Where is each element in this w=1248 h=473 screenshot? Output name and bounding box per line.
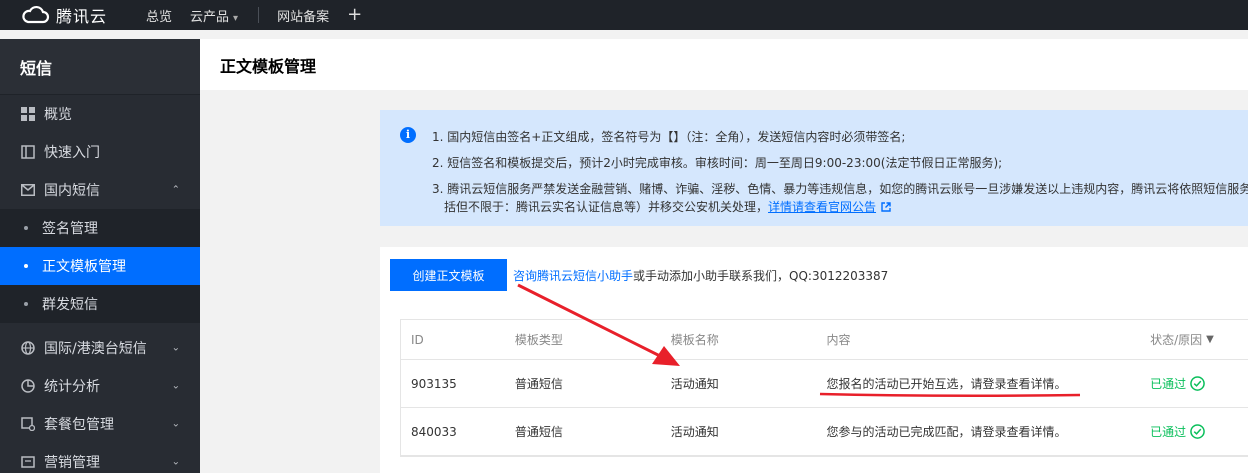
cell-status: 已通过 — [1140, 375, 1248, 392]
notice-banner: i 1. 国内短信由签名+正文组成，签名符号为【】（注：全角），发送短信内容时必… — [380, 110, 1248, 226]
mail-icon — [20, 182, 36, 198]
sidebar-item-international-sms[interactable]: 国际/港澳台短信 ⌄ — [0, 329, 200, 367]
cell-content: 您参与的活动已完成匹配，请登录查看详情。 — [826, 425, 1067, 439]
nav-overview[interactable]: 总览 — [146, 6, 172, 25]
chevron-down-icon: ⌄ — [171, 380, 180, 392]
sidebar-subitem-label: 签名管理 — [42, 221, 98, 237]
bullet-dot — [24, 226, 28, 230]
notice-line-3-text: 括但不限于：腾讯云实名认证信息等）并移交公安机关处理， — [444, 200, 769, 214]
sidebar-item-label: 国际/港澳台短信 — [44, 341, 147, 357]
globe-icon — [20, 340, 36, 356]
sidebar-item-overview[interactable]: 概览 — [0, 95, 200, 133]
package-icon — [20, 416, 36, 432]
helper-tip-text: 或手动添加小助手联系我们，QQ:3012203387 — [633, 269, 889, 283]
sidebar-item-label: 概览 — [44, 107, 72, 123]
page-title: 正文模板管理 — [220, 56, 317, 76]
sidebar-subitem-templates[interactable]: 正文模板管理 — [0, 247, 200, 285]
sidebar-title: 短信 — [0, 39, 200, 95]
sidebar-item-label: 快速入门 — [44, 145, 100, 161]
sidebar: 短信 概览 快速入门 国内短信 ⌃ 签名管理 正文模板管理 群发短信 国际/港澳… — [0, 39, 200, 473]
sidebar-subitem-label: 群发短信 — [42, 297, 98, 313]
chart-icon — [20, 378, 36, 394]
template-panel: 创建正文模板 咨询腾讯云短信小助手或手动添加小助手联系我们，QQ:3012203… — [380, 247, 1248, 473]
create-template-button[interactable]: 创建正文模板 — [390, 259, 507, 291]
column-header-type: 模板类型 — [514, 333, 563, 347]
sidebar-item-label: 国内短信 — [44, 183, 100, 199]
cloud-icon — [22, 5, 50, 24]
notice-line-1: 1. 国内短信由签名+正文组成，签名符号为【】（注：全角），发送短信内容时必须带… — [432, 130, 906, 144]
sidebar-item-packages[interactable]: 套餐包管理 ⌄ — [0, 405, 200, 443]
cell-name: 活动通知 — [670, 377, 719, 391]
check-circle-icon — [1190, 424, 1205, 439]
column-header-status-label: 状态/原因 — [1150, 333, 1203, 347]
nav-icp-filing[interactable]: 网站备案 — [277, 6, 329, 25]
sidebar-item-quickstart[interactable]: 快速入门 — [0, 133, 200, 171]
cell-type: 普通短信 — [514, 425, 563, 439]
chevron-up-icon: ⌃ — [171, 184, 180, 196]
column-header-name: 模板名称 — [670, 333, 719, 347]
sidebar-item-marketing[interactable]: 营销管理 ⌄ — [0, 443, 200, 473]
table-row[interactable]: 903135 普通短信 活动通知 您报名的活动已开始互选，请登录查看详情。 已通… — [401, 360, 1248, 408]
chevron-down-icon: ⌄ — [171, 418, 180, 430]
external-link-icon[interactable] — [881, 202, 891, 212]
cell-name: 活动通知 — [670, 425, 719, 439]
template-table: ID 模板类型 模板名称 内容 状态/原因 ▼ 903135 普通短信 活动通知… — [400, 319, 1248, 457]
check-circle-icon — [1190, 376, 1205, 391]
brand-logo[interactable]: 腾讯云 — [20, 3, 128, 27]
sidebar-item-statistics[interactable]: 统计分析 ⌄ — [0, 367, 200, 405]
cell-id: 903135 — [411, 376, 457, 391]
announcement-link[interactable]: 详情请查看官网公告 — [768, 200, 876, 214]
cell-content: 您报名的活动已开始互选，请登录查看详情。 — [826, 377, 1067, 391]
info-icon: i — [400, 127, 416, 143]
nav-products[interactable]: 云产品 — [190, 6, 238, 25]
cell-status: 已通过 — [1140, 423, 1248, 440]
bullet-dot — [24, 302, 28, 306]
status-approved: 已通过 — [1150, 425, 1187, 439]
filter-icon[interactable]: ▼ — [1206, 334, 1214, 345]
marketing-icon — [20, 454, 36, 470]
table-header: ID 模板类型 模板名称 内容 状态/原因 ▼ — [401, 320, 1248, 360]
notice-line-2: 2. 短信签名和模板提交后，预计2小时完成审核。审核时间：周一至周日9:00-2… — [432, 156, 1003, 170]
add-shortcut-button[interactable]: + — [347, 6, 362, 24]
chevron-down-icon: ⌄ — [171, 342, 180, 354]
table-row[interactable]: 840033 普通短信 活动通知 您参与的活动已完成匹配，请登录查看详情。 已通… — [401, 408, 1248, 456]
brand-name: 腾讯云 — [56, 7, 108, 26]
helper-tip: 咨询腾讯云短信小助手或手动添加小助手联系我们，QQ:3012203387 — [513, 267, 888, 284]
main-content: 正文模板管理 i 1. 国内短信由签名+正文组成，签名符号为【】（注：全角），发… — [200, 39, 1248, 473]
chevron-down-icon: ⌄ — [171, 456, 180, 468]
sidebar-item-label: 统计分析 — [44, 379, 100, 395]
column-header-content: 内容 — [826, 333, 851, 347]
sidebar-item-domestic-sms[interactable]: 国内短信 ⌃ — [0, 171, 200, 209]
top-bar: 腾讯云 总览 云产品 网站备案 + — [0, 0, 1248, 30]
book-icon — [20, 144, 36, 160]
status-approved: 已通过 — [1150, 377, 1187, 391]
sidebar-subitem-bulk-sms[interactable]: 群发短信 — [0, 285, 200, 323]
cell-type: 普通短信 — [514, 377, 563, 391]
cell-id: 840033 — [411, 424, 457, 439]
page-header: 正文模板管理 — [200, 39, 1248, 90]
sidebar-item-label: 套餐包管理 — [44, 417, 114, 433]
column-header-status[interactable]: 状态/原因 ▼ — [1140, 331, 1248, 348]
sidebar-subitem-label: 正文模板管理 — [42, 259, 126, 275]
assistant-link[interactable]: 咨询腾讯云短信小助手 — [513, 269, 633, 283]
nav-divider — [258, 7, 260, 23]
sidebar-subitem-signatures[interactable]: 签名管理 — [0, 209, 200, 247]
sidebar-item-label: 营销管理 — [44, 455, 100, 471]
grid-icon — [20, 106, 36, 122]
bullet-dot — [24, 264, 28, 268]
column-header-id: ID — [411, 332, 424, 347]
